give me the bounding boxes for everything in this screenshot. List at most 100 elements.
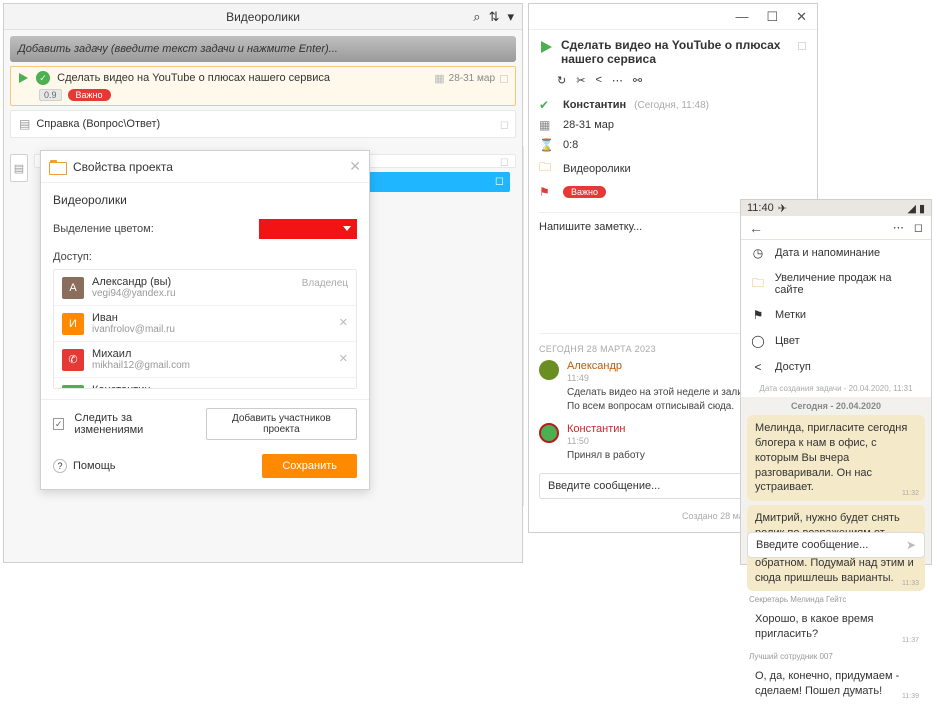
avatar: А xyxy=(62,277,84,299)
avatar xyxy=(539,360,559,380)
more-icon[interactable]: ⋯ xyxy=(612,74,623,87)
access-label: Доступ: xyxy=(53,251,357,263)
avatar: ✆ xyxy=(62,349,84,371)
calendar-icon: ▦ xyxy=(434,72,444,85)
task-num-badge: 0.9 xyxy=(39,89,62,101)
sender-label: Лучший сотрудник 007 xyxy=(749,652,925,661)
row-text: Справка (Вопрос\Ответ) xyxy=(36,118,160,130)
detail-toolbar: ↻ ✂ < ⋯ ⚯ xyxy=(529,70,817,95)
access-user[interactable]: ✓ Константинkonstanta12@gmail.com ✕ xyxy=(54,378,356,389)
assignee-sub: (Сегодня, 11:48) xyxy=(634,100,709,111)
add-members-button[interactable]: Добавить участников проекта xyxy=(206,408,357,440)
help-icon[interactable]: ? xyxy=(53,459,67,473)
access-list: А Александр (вы)vegi94@yandex.ru Владеле… xyxy=(53,269,357,389)
folder-icon: 🗀 xyxy=(539,158,555,179)
avatar: И xyxy=(62,313,84,335)
cut-icon[interactable]: ✂ xyxy=(576,74,585,87)
mobile-mock: 11:40 ✈ ◢▮ ← ⋯ ◻ ◷Дата и напоминание 🗀Ув… xyxy=(740,199,932,565)
access-user[interactable]: И Иванivanfrolov@mail.ru ✕ xyxy=(54,306,356,342)
left-title: Видеоролики xyxy=(226,10,300,24)
dialog-title: Свойства проекта xyxy=(73,160,173,174)
left-titlebar: Видеоролики ⌕ ⇅ ▾ xyxy=(4,4,522,30)
close-icon[interactable]: ✕ xyxy=(349,158,361,175)
play-icon[interactable] xyxy=(17,72,29,84)
follow-checkbox[interactable]: ✓ xyxy=(53,418,64,430)
msg-time: 11:49 xyxy=(567,373,589,383)
minimize-icon[interactable]: — xyxy=(735,9,748,24)
remove-user-icon[interactable]: ✕ xyxy=(339,316,348,329)
detail-tag: Важно xyxy=(563,186,606,198)
link-icon[interactable]: ⚯ xyxy=(633,74,642,87)
mobile-statusbar: 11:40 ✈ ◢▮ xyxy=(741,200,931,216)
add-task-input[interactable]: Добавить задачу (введите текст задачи и … xyxy=(10,36,516,62)
add-task-placeholder: Добавить задачу (введите текст задачи и … xyxy=(18,43,338,55)
task-date: 28-31 мар xyxy=(449,73,495,84)
msg-text: Принял в работу xyxy=(567,449,645,463)
list-item[interactable]: ▤ Справка (Вопрос\Ответ) ◻ xyxy=(10,110,516,138)
bubble: Мелинда, пригласите сегодня блогера к на… xyxy=(747,415,925,501)
msg-time: 11:50 xyxy=(567,436,589,446)
project-properties-dialog: Свойства проекта ✕ Видеоролики Выделение… xyxy=(40,150,370,490)
bookmark-icon[interactable]: ◻ xyxy=(914,221,923,234)
clock-icon: ⌛ xyxy=(539,138,555,152)
help-label[interactable]: Помощь xyxy=(73,460,116,472)
access-user[interactable]: А Александр (вы)vegi94@yandex.ru Владеле… xyxy=(54,270,356,306)
m-opt-date[interactable]: ◷Дата и напоминание xyxy=(741,240,931,266)
bubble: О, да, конечно, придумаем - сделаем! Пош… xyxy=(747,663,925,705)
share-icon[interactable]: < xyxy=(595,74,601,87)
color-label: Выделение цветом: xyxy=(53,223,259,235)
task-tag-badge: Важно xyxy=(68,89,111,101)
avatar: ✓ xyxy=(62,385,84,390)
sort-icon[interactable]: ⇅ xyxy=(489,4,500,30)
detail-title: Сделать видео на YouTube о плюсах нашего… xyxy=(561,38,789,66)
drop-icon: ◯ xyxy=(751,334,765,348)
filter-icon[interactable]: ▾ xyxy=(507,4,514,30)
task-title: Сделать видео на YouTube о плюсах нашего… xyxy=(57,72,330,84)
send-icon[interactable]: ➤ xyxy=(906,538,916,552)
collapse-strip[interactable]: ▤ xyxy=(10,154,28,182)
follow-label: Следить за изменениями xyxy=(74,412,195,436)
mobile-meta: Дата создания задачи - 20.04.2020, 11:31 xyxy=(741,380,931,397)
ghost-panel xyxy=(376,146,524,506)
m-opt-access[interactable]: <Доступ xyxy=(741,354,931,380)
role-label: Владелец xyxy=(302,278,348,289)
m-opt-color[interactable]: ◯Цвет xyxy=(741,328,931,354)
maximize-icon[interactable]: ☐ xyxy=(766,9,778,25)
folder-icon xyxy=(49,160,65,173)
msg-author: Александр xyxy=(567,360,622,372)
m-opt-tags[interactable]: ⚑Метки xyxy=(741,302,931,328)
detail-date: 28-31 мар xyxy=(563,119,614,131)
clock: 11:40 xyxy=(747,202,774,214)
m-opt-project[interactable]: 🗀Увеличение продаж на сайте xyxy=(741,266,931,302)
tag-icon: ⚑ xyxy=(539,185,555,199)
remove-user-icon[interactable]: ✕ xyxy=(339,388,348,389)
play-icon[interactable] xyxy=(539,40,553,54)
bookmark-icon[interactable]: ◻ xyxy=(797,38,807,52)
bookmark-icon[interactable]: ◻ xyxy=(500,118,509,131)
remove-user-icon[interactable]: ✕ xyxy=(339,352,348,365)
detail-project: Видеоролики xyxy=(563,163,631,175)
assignee-name: Константин xyxy=(563,99,626,111)
clock-icon: ◷ xyxy=(751,246,765,260)
color-select[interactable] xyxy=(259,219,357,239)
tag-icon: ⚑ xyxy=(751,308,765,322)
close-icon[interactable]: ✕ xyxy=(796,9,807,25)
bookmark-icon[interactable]: ◻ xyxy=(495,174,504,187)
share-icon: < xyxy=(751,360,765,374)
avatar xyxy=(539,423,559,443)
search-icon[interactable]: ⌕ xyxy=(473,4,480,30)
refresh-icon[interactable]: ↻ xyxy=(557,74,566,87)
project-name: Видеоролики xyxy=(53,193,357,207)
bookmark-icon[interactable]: ◻ xyxy=(500,155,509,168)
access-user[interactable]: ✆ Михаилmikhail12@gmail.com ✕ xyxy=(54,342,356,378)
left-app-window: Видеоролики ⌕ ⇅ ▾ Добавить задачу (введи… xyxy=(3,3,523,563)
detail-time: 0:8 xyxy=(563,139,578,151)
back-icon[interactable]: ← xyxy=(749,220,763,236)
more-icon[interactable]: ⋯ xyxy=(893,221,904,234)
save-button[interactable]: Сохранить xyxy=(262,454,357,478)
mobile-message-input[interactable]: Введите сообщение... ➤ xyxy=(747,532,925,558)
task-row[interactable]: ✓ Сделать видео на YouTube о плюсах наше… xyxy=(10,66,516,106)
sender-label: Секретарь Мелинда Гейтс xyxy=(749,595,925,604)
done-check-icon[interactable]: ✓ xyxy=(36,71,50,85)
bookmark-icon[interactable]: ◻ xyxy=(499,71,509,85)
